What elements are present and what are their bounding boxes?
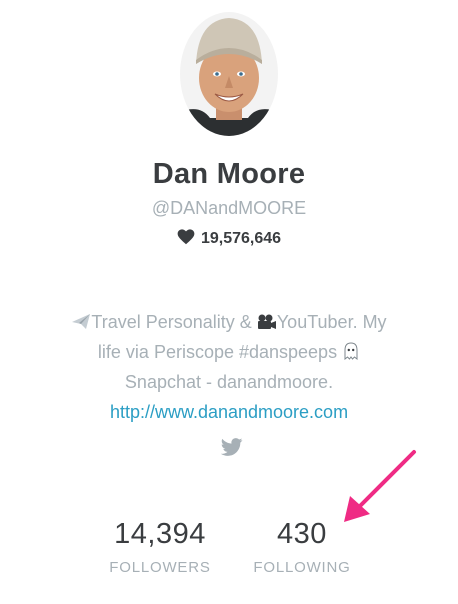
movie-camera-icon xyxy=(257,314,276,329)
bio-line-1: Travel Personality & YouTuber. My xyxy=(20,307,438,337)
bio-line-1-text-2: YouTuber. My xyxy=(276,312,387,332)
followers-label: FOLLOWERS xyxy=(109,559,211,576)
bio-line-2-text: life via Periscope #danspeeps xyxy=(97,342,343,362)
profile-handle[interactable]: @DANandMOORE xyxy=(0,198,458,219)
ghost-icon xyxy=(344,342,358,360)
profile-name: Dan Moore xyxy=(152,158,306,190)
bio-website-link[interactable]: http://www.danandmoore.com xyxy=(110,402,348,422)
following-label: FOLLOWING xyxy=(253,559,351,576)
bio-line-2: life via Periscope #danspeeps xyxy=(20,337,438,367)
avatar xyxy=(180,12,278,136)
likes-count: 19,576,646 xyxy=(0,229,458,248)
bio-line-3: Snapchat - danandmoore. xyxy=(124,372,334,392)
airplane-icon xyxy=(72,314,91,329)
heart-icon xyxy=(177,229,195,245)
profile-bio: Travel Personality & YouTuber. My life v… xyxy=(20,307,438,427)
likes-value: 19,576,646 xyxy=(200,230,282,247)
twitter-icon[interactable] xyxy=(221,438,243,456)
bio-line-1-text: Travel Personality & xyxy=(91,312,257,332)
followers-stat[interactable]: 14,394 FOLLOWERS xyxy=(100,518,220,576)
arrow-icon xyxy=(344,450,416,522)
followers-count: 14,394 xyxy=(114,518,206,550)
